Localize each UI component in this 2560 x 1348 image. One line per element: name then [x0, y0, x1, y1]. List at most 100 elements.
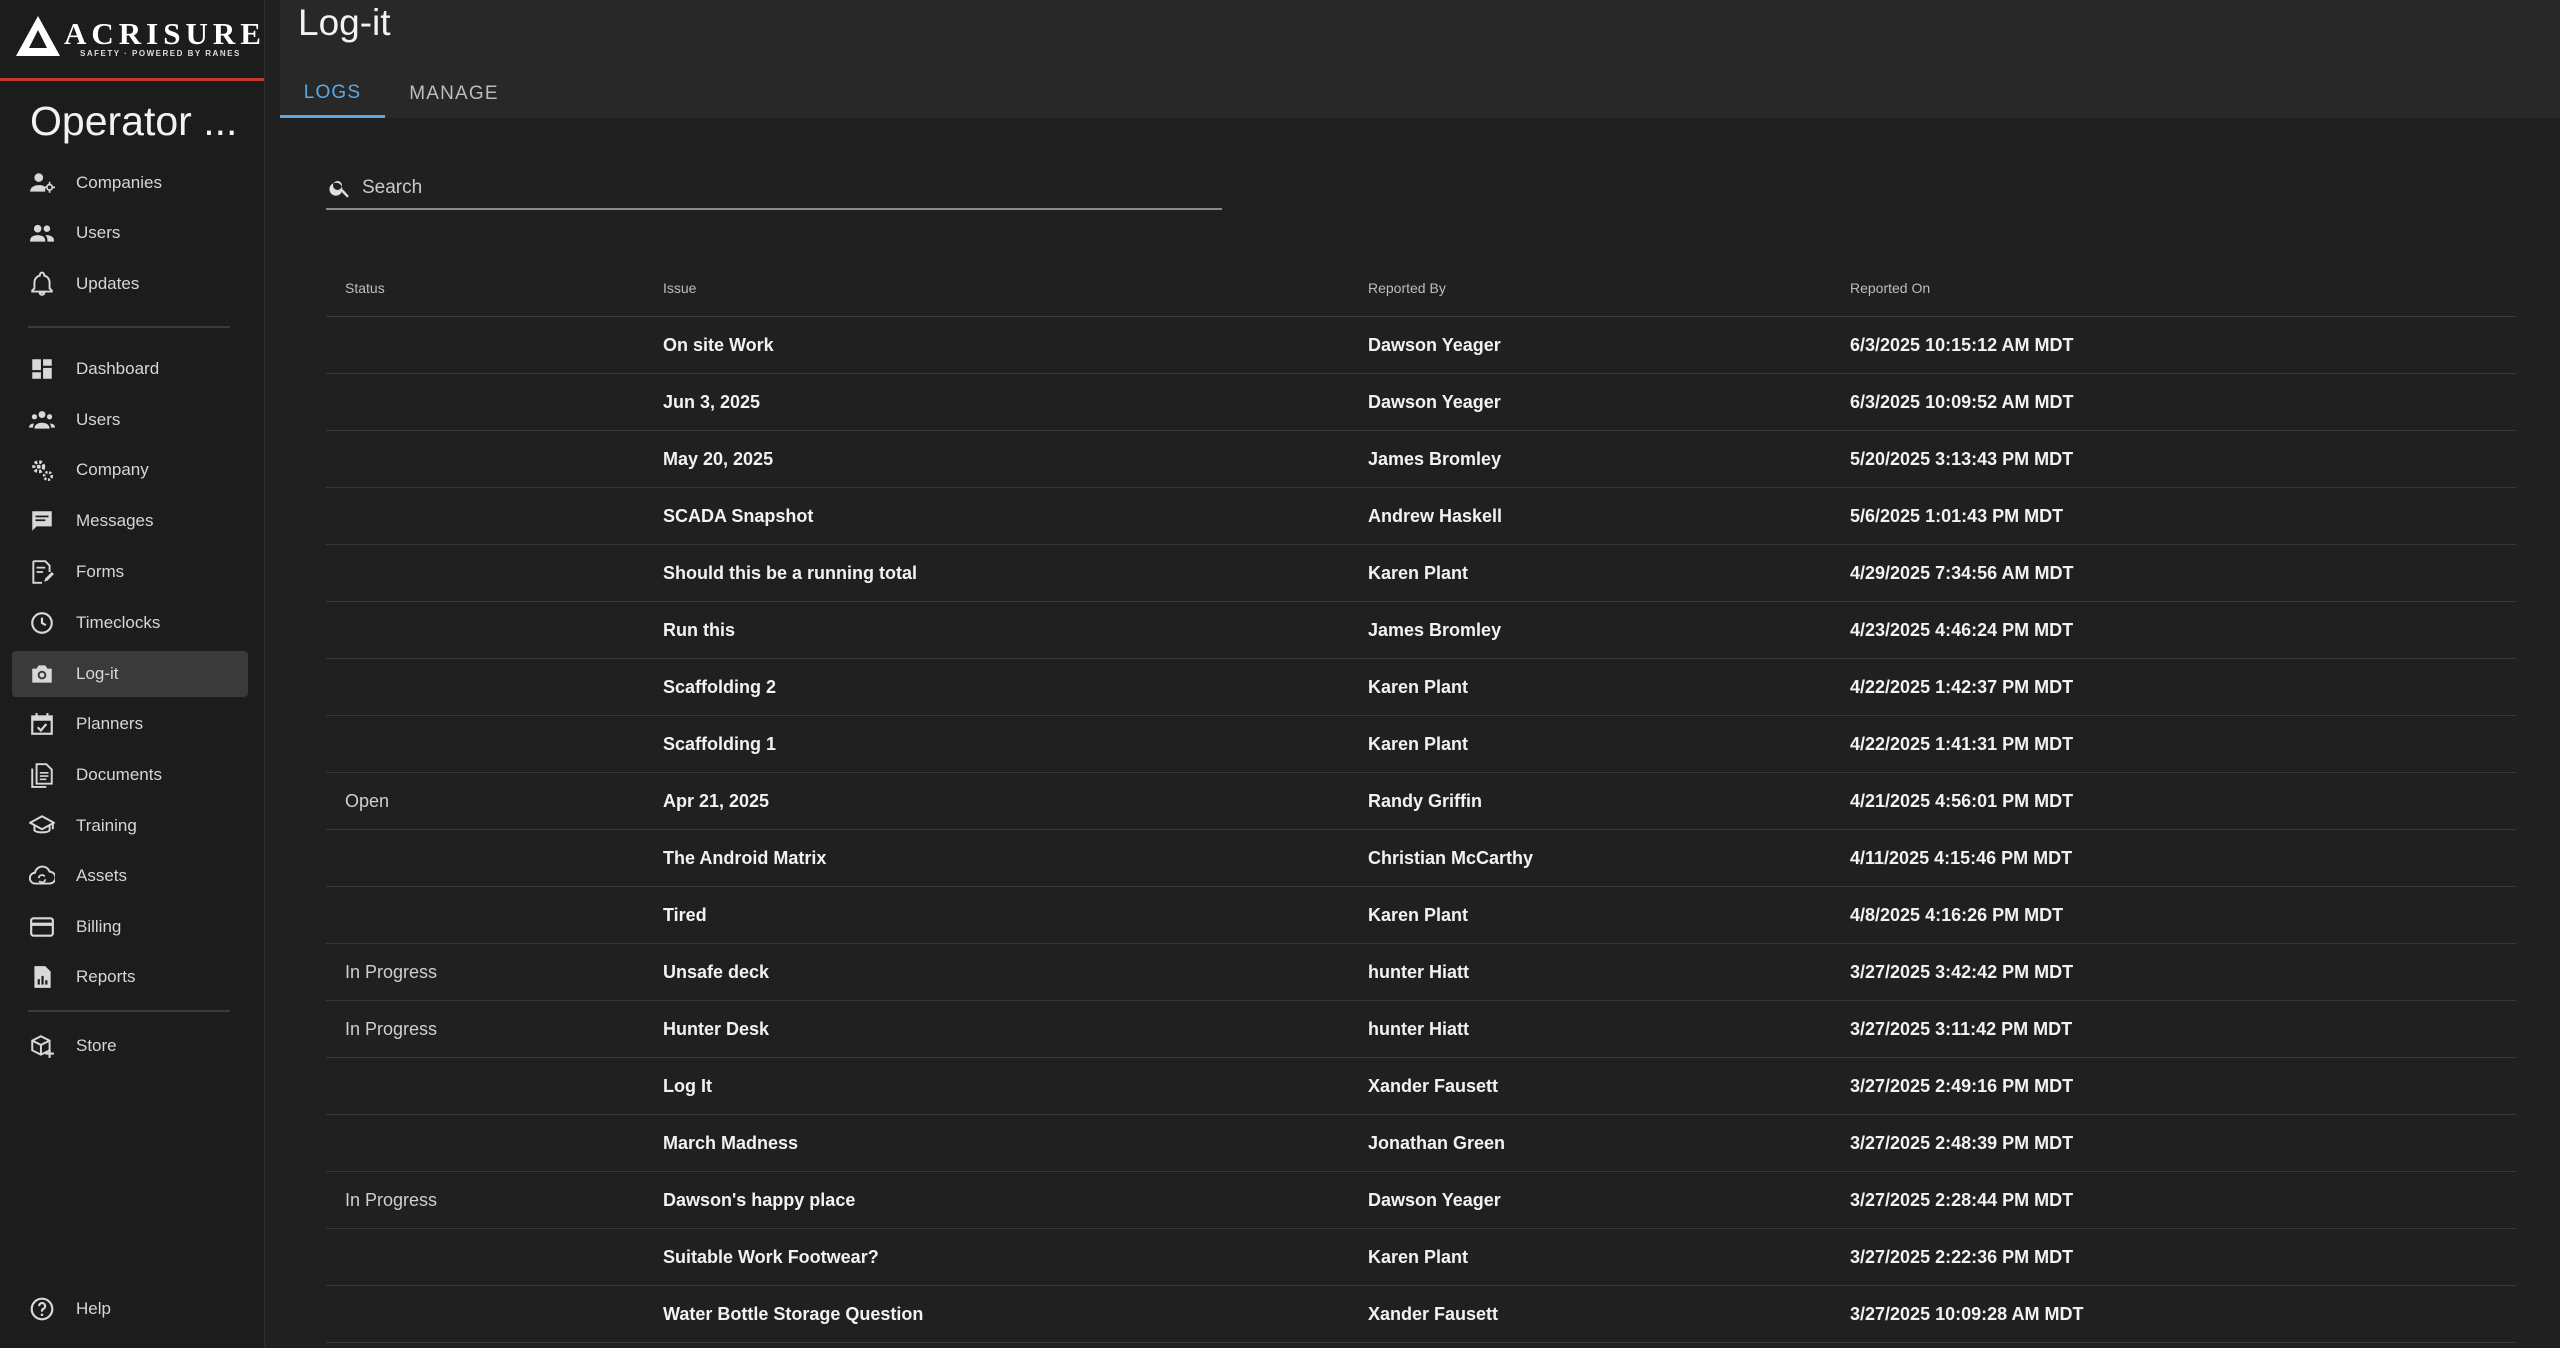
bell-icon [28, 270, 56, 298]
issue-cell: Suitable Work Footwear? [663, 1228, 1368, 1286]
column-header-reported-on[interactable]: Reported On [1850, 260, 2516, 317]
search-input[interactable] [360, 172, 1204, 204]
reported-by-cell: Karen Plant [1368, 658, 1850, 716]
table-row[interactable]: Tired Karen Plant 4/8/2025 4:16:26 PM MDT [326, 886, 2516, 944]
sidebar-item-label: Timeclocks [76, 613, 161, 632]
brand-logo[interactable]: ACRISURE SAFETY · POWERED BY RANES [0, 0, 264, 81]
table-row[interactable]: Suitable Work Footwear? Karen Plant 3/27/2… [326, 1228, 2516, 1286]
table-row[interactable]: Jun 3, 2025 Dawson Yeager 6/3/2025 10:09:5… [326, 373, 2516, 431]
company-users-icon [28, 169, 56, 197]
reported-on-cell: 3/27/2025 3:11:42 PM MDT [1850, 1000, 2516, 1058]
reported-on-cell: 3/27/2025 2:22:36 PM MDT [1850, 1228, 2516, 1286]
sidebar-item-label: Billing [76, 917, 122, 936]
table-row[interactable]: Log It Xander Fausett 3/27/2025 2:49:16 PM… [326, 1057, 2516, 1115]
table-row[interactable]: In Progress Hunter Desk hunter Hiatt 3/27/2… [326, 1000, 2516, 1058]
table-row[interactable]: Should this be a running total Karen Plan… [326, 544, 2516, 602]
reported-on-cell: 4/21/2025 4:56:01 PM MDT [1850, 772, 2516, 830]
issue-cell: The Android Matrix [663, 829, 1368, 887]
form-edit-icon [28, 558, 56, 586]
sidebar-divider [28, 326, 230, 328]
status-cell [326, 316, 663, 374]
sidebar-item-messages[interactable]: Messages [12, 498, 248, 544]
column-header-status[interactable]: Status [326, 260, 663, 317]
sidebar-item-label: Store [76, 1036, 117, 1055]
table-row[interactable]: Scaffolding 1 Karen Plant 4/22/2025 1:41:3… [326, 715, 2516, 773]
reported-by-cell: Xander Fausett [1368, 1057, 1850, 1115]
credit-card-icon [28, 913, 56, 941]
sidebar-item-forms[interactable]: Forms [12, 549, 248, 595]
reported-by-cell: Jonathan Green [1368, 1114, 1850, 1172]
sidebar-item-documents[interactable]: Documents [12, 752, 248, 798]
reported-by-cell: Dawson Yeager [1368, 1171, 1850, 1229]
brand-name: ACRISURE [64, 16, 266, 51]
issue-cell: SCADA Snapshot [663, 487, 1368, 545]
sidebar-item-users[interactable]: Users [12, 397, 248, 443]
table-row[interactable]: In Progress Unsafe deck hunter Hiatt 3/27/2… [326, 943, 2516, 1001]
sidebar-item-log-it[interactable]: Log-it [12, 651, 248, 697]
sidebar-item-company[interactable]: Company [12, 447, 248, 493]
sidebar-item-help[interactable]: Help [12, 1286, 248, 1332]
sidebar-item-label: Documents [76, 765, 162, 784]
sidebar-item-assets[interactable]: Assets [12, 853, 248, 899]
sidebar-item-billing[interactable]: Billing [12, 904, 248, 950]
sidebar-item-label: Assets [76, 866, 128, 885]
reported-by-cell: Dawson Yeager [1368, 373, 1850, 431]
status-cell [326, 544, 663, 602]
dashboard-icon [28, 355, 56, 383]
issue-cell: Scaffolding 2 [663, 658, 1368, 716]
reported-on-cell: 5/20/2025 3:13:43 PM MDT [1850, 430, 2516, 488]
report-icon [28, 963, 56, 991]
sidebar-item-planners[interactable]: Planners [12, 701, 248, 747]
sidebar-item-label: Company [76, 460, 149, 479]
reported-by-cell: Karen Plant [1368, 1228, 1850, 1286]
table-row[interactable]: May 20, 2025 James Bromley 5/20/2025 3:13:… [326, 430, 2516, 488]
table-row[interactable]: Run this James Bromley 4/23/2025 4:46:24 P… [326, 601, 2516, 659]
reported-on-cell: 4/11/2025 4:15:46 PM MDT [1850, 829, 2516, 887]
sidebar-item-companies[interactable]: Companies [12, 160, 248, 206]
table-row[interactable]: SCADA Snapshot Andrew Haskell 5/6/2025 1:0… [326, 487, 2516, 545]
sidebar-item-timeclocks[interactable]: Timeclocks [12, 600, 248, 646]
table-row[interactable]: The Android Matrix Christian McCarthy 4/11… [326, 829, 2516, 887]
issue-cell: March Madness [663, 1114, 1368, 1172]
page-title: Log-it [298, 2, 391, 43]
status-cell: Open [326, 772, 663, 830]
status-cell: In Progress [326, 1000, 663, 1058]
sidebar-item-reports[interactable]: Reports [12, 954, 248, 1000]
message-icon [28, 507, 56, 535]
sidebar-item-label: Planners [76, 714, 144, 733]
tab-manage[interactable]: MANAGE [394, 70, 514, 118]
acrisure-logo-icon [16, 16, 60, 56]
table-row[interactable]: March Madness Jonathan Green 3/27/2025 2:4… [326, 1114, 2516, 1172]
sidebar-item-label: Companies [76, 173, 162, 192]
table-row[interactable]: Water Bottle Storage Question Xander Faus… [326, 1285, 2516, 1343]
school-icon [28, 812, 56, 840]
issue-cell: Unsafe deck [663, 943, 1368, 1001]
column-header-issue[interactable]: Issue [663, 260, 1368, 317]
sidebar-item-label: Messages [76, 511, 154, 530]
sidebar-item-dashboard[interactable]: Dashboard [12, 346, 248, 392]
column-header-reported-by[interactable]: Reported By [1368, 260, 1850, 317]
sidebar-item-store[interactable]: Store [12, 1023, 248, 1069]
sidebar-item-updates[interactable]: Updates [12, 261, 248, 307]
cloud-sync-icon [28, 862, 56, 890]
page-header: Log-it LOGS MANAGE [280, 0, 2560, 118]
tab-logs[interactable]: LOGS [280, 70, 385, 118]
status-cell [326, 886, 663, 944]
reported-on-cell: 3/27/2025 2:28:44 PM MDT [1850, 1171, 2516, 1229]
sidebar-item-users-admin[interactable]: Users [12, 210, 248, 256]
reported-on-cell: 3/27/2025 2:49:16 PM MDT [1850, 1057, 2516, 1115]
reported-on-cell: 5/6/2025 1:01:43 PM MDT [1850, 487, 2516, 545]
sidebar-item-label: Users [76, 410, 121, 429]
search-icon [329, 181, 349, 198]
reported-by-cell: hunter Hiatt [1368, 943, 1850, 1001]
reported-by-cell: Karen Plant [1368, 544, 1850, 602]
table-row[interactable]: Open Apr 21, 2025 Randy Griffin 4/21/2025 4… [326, 772, 2516, 830]
table-row[interactable]: Scaffolding 2 Karen Plant 4/22/2025 1:42:3… [326, 658, 2516, 716]
sidebar-item-training[interactable]: Training [12, 803, 248, 849]
status-cell [326, 487, 663, 545]
search-field[interactable] [326, 168, 1222, 210]
table-row[interactable]: In Progress Dawson's happy place Dawson Ye… [326, 1171, 2516, 1229]
issue-cell: Tired [663, 886, 1368, 944]
reported-on-cell: 3/27/2025 2:48:39 PM MDT [1850, 1114, 2516, 1172]
table-row[interactable]: On site Work Dawson Yeager 6/3/2025 10:15:… [326, 316, 2516, 374]
